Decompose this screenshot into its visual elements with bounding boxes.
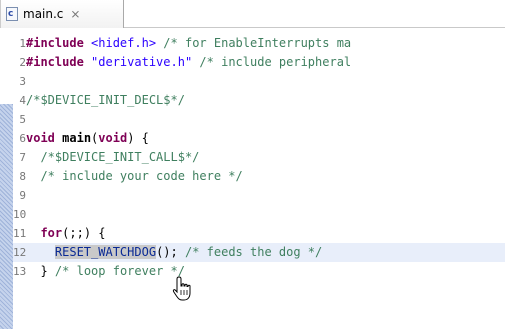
for-header: (;;) { (62, 226, 106, 240)
code-line-3[interactable]: 3 (13, 72, 505, 91)
code-line-2[interactable]: 2#include "derivative.h" /* include peri… (13, 53, 505, 72)
call-parens: (); (156, 245, 178, 259)
code-line-13[interactable]: 13 } /* loop forever */ (13, 262, 505, 281)
code-comment: /*$DEVICE_INIT_CALL$*/ (40, 150, 200, 164)
code-line-6[interactable]: 6void main(void) { (13, 129, 505, 148)
for-keyword: for (40, 226, 63, 240)
line-number: 12 (13, 246, 27, 259)
line-number: 11 (13, 227, 27, 240)
code-comment: /* include your code here */ (40, 169, 243, 183)
include-directive: #include (26, 55, 84, 69)
code-comment: /*$DEVICE_INIT_DECL$*/ (26, 93, 185, 107)
c-file-icon: c (6, 7, 18, 21)
line-number: 9 (19, 189, 26, 202)
code-comment: /* loop forever */ (54, 264, 185, 278)
code-line-1[interactable]: 1#include <hidef.h> /* for EnableInterru… (13, 34, 505, 53)
line-number: 1 (19, 37, 26, 50)
code-line-8[interactable]: 8 /* include your code here */ (13, 167, 505, 186)
line-number: 4 (19, 94, 26, 107)
closing-brace: } (40, 264, 48, 278)
hand-pointer-cursor-icon (172, 276, 191, 301)
change-ruler (0, 28, 13, 329)
line-number: 6 (19, 132, 26, 145)
line-number: 7 (19, 151, 26, 164)
tab-title: main.c (23, 7, 64, 21)
function-name: main (62, 131, 92, 145)
editor-tab-bar: c main.c ⨯ (0, 0, 505, 28)
include-header: "derivative.h" (91, 55, 193, 69)
code-comment: /* include peripheral (199, 55, 352, 69)
line-number: 10 (13, 208, 27, 221)
line-number: 5 (19, 113, 26, 126)
line-number: 13 (13, 265, 27, 278)
c-file-icon-letter: c (8, 9, 14, 19)
code-line-12[interactable]: 12 RESET_WATCHDOG(); /* feeds the dog */ (13, 243, 505, 262)
line-number: 8 (19, 170, 26, 183)
code-editor[interactable]: 1#include <hidef.h> /* for EnableInterru… (0, 28, 505, 329)
close-icon[interactable]: ⨯ (70, 8, 80, 20)
code-line-9[interactable]: 9 (13, 186, 505, 205)
param-type-keyword: void (98, 131, 128, 145)
return-type-keyword: void (26, 131, 55, 145)
include-header: <hidef.h> (91, 36, 157, 50)
line-number: 3 (19, 75, 26, 88)
code-line-7[interactable]: 7 /*$DEVICE_INIT_CALL$*/ (13, 148, 505, 167)
changed-lines-marker (0, 104, 13, 329)
reset-watchdog-macro-link[interactable]: RESET_WATCHDOG (54, 245, 157, 259)
code-lines[interactable]: 1#include <hidef.h> /* for EnableInterru… (13, 28, 505, 329)
tab-main-c[interactable]: c main.c ⨯ (0, 0, 124, 28)
code-comment: /* for EnableInterrupts ma (163, 36, 352, 50)
code-line-5[interactable]: 5 (13, 110, 505, 129)
code-comment: /* feeds the dog */ (184, 245, 323, 259)
line-number: 2 (19, 56, 26, 69)
code-line-4[interactable]: 4/*$DEVICE_INIT_DECL$*/ (13, 91, 505, 110)
code-line-11[interactable]: 11 for(;;) { (13, 224, 505, 243)
include-directive: #include (26, 36, 84, 50)
code-line-10[interactable]: 10 (13, 205, 505, 224)
close-paren-brace: ) { (127, 131, 149, 145)
